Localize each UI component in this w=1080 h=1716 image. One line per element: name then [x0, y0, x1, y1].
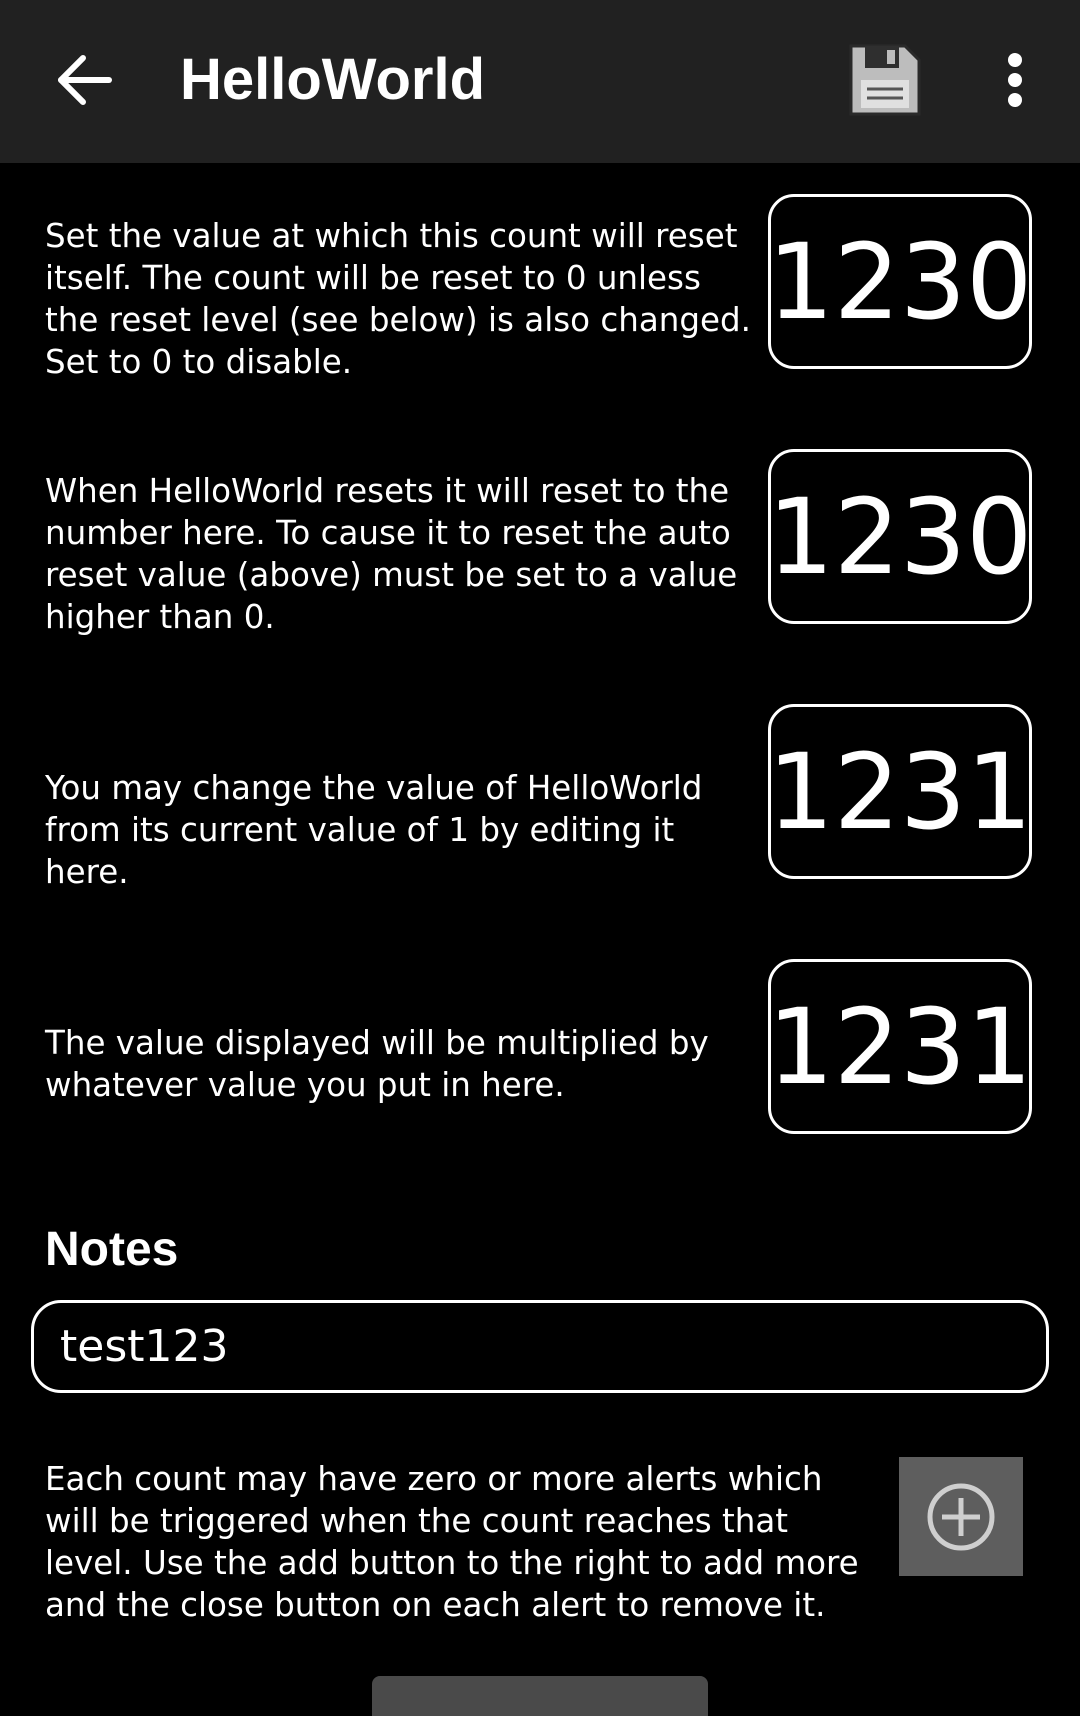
auto-reset-description: Set the value at which this count will r… — [45, 217, 751, 381]
notes-label: Notes — [45, 1223, 179, 1276]
more-vertical-icon — [1008, 53, 1022, 107]
add-alert-button[interactable] — [899, 1457, 1023, 1576]
multiplier-description: The value displayed will be multiplied b… — [45, 1024, 709, 1104]
multiplier-value-field[interactable]: 1231 — [768, 959, 1032, 1134]
page-title: HelloWorld — [180, 47, 486, 112]
back-button[interactable] — [40, 35, 130, 125]
auto-reset-value-field[interactable]: 1230 — [768, 194, 1032, 369]
reset-level-description: When HelloWorld resets it will reset to … — [45, 472, 738, 636]
floppy-disk-icon — [849, 44, 921, 116]
current-value-field[interactable]: 1231 — [768, 704, 1032, 879]
alert-item-stub — [372, 1676, 708, 1716]
save-button[interactable] — [845, 40, 925, 120]
reset-level-value-field[interactable]: 1230 — [768, 449, 1032, 624]
current-value-description: You may change the value of HelloWorld f… — [45, 769, 703, 891]
plus-circle-icon — [927, 1483, 995, 1550]
alerts-description: Each count may have zero or more alerts … — [45, 1460, 859, 1624]
notes-input[interactable] — [31, 1300, 1049, 1393]
app-bar: HelloWorld — [0, 0, 1080, 163]
overflow-menu-button[interactable] — [985, 45, 1045, 115]
arrow-left-icon — [58, 55, 112, 105]
